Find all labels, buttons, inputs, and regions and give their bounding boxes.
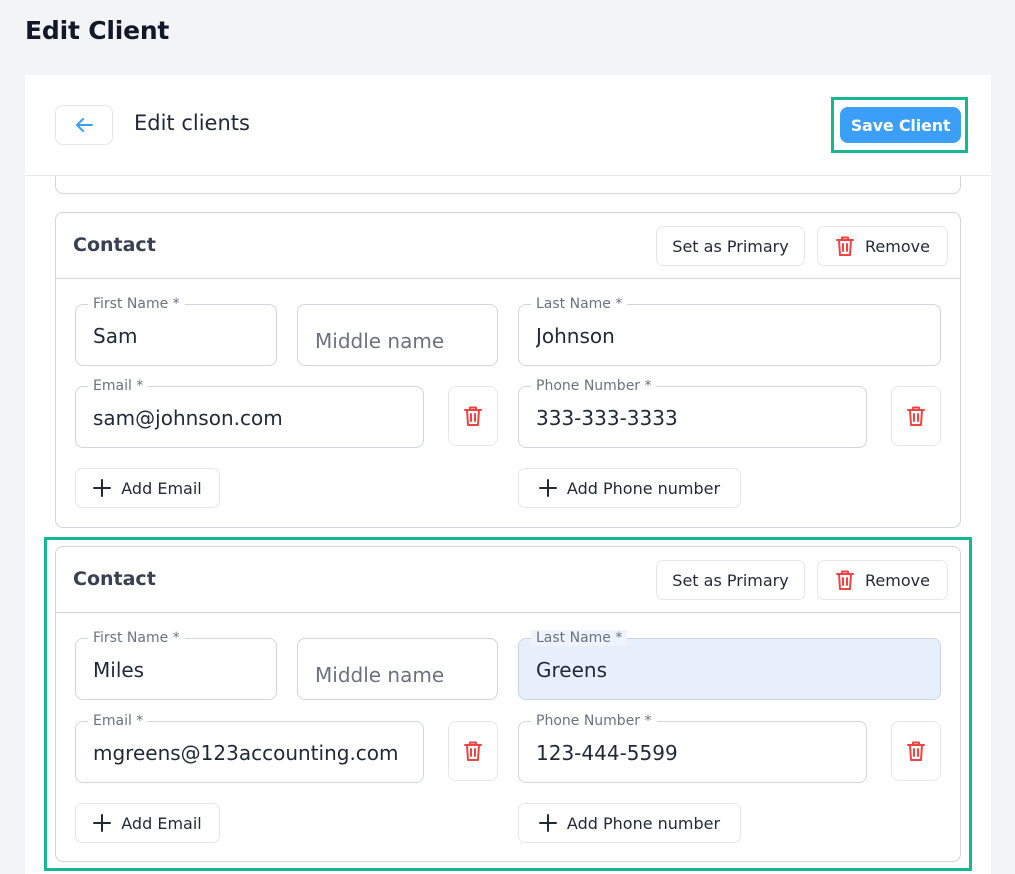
add-email-button[interactable]: Add Email [75, 468, 220, 508]
page-title: Edit Client [25, 16, 170, 45]
trash-icon [907, 406, 925, 426]
contact-card: Contact Set as Primary Remove First Name… [55, 212, 961, 528]
add-email-label: Add Email [121, 813, 202, 833]
plus-icon [538, 479, 557, 497]
phone-input[interactable] [536, 738, 856, 768]
plus-icon [93, 479, 112, 497]
email-label: Email * [88, 713, 149, 729]
trash-icon [464, 406, 482, 426]
contact-card-title: Contact [73, 234, 156, 256]
last-name-field: Last Name * [518, 630, 941, 700]
set-primary-label: Set as Primary [672, 570, 789, 590]
add-phone-label: Add Phone number [566, 813, 721, 833]
first-name-label: First Name * [88, 630, 185, 646]
email-field: Email * [75, 713, 424, 783]
save-client-button[interactable]: Save Client [840, 107, 961, 143]
plus-icon [93, 814, 112, 832]
contact-card-header: Contact Set as Primary Remove [56, 547, 960, 613]
last-name-label: Last Name * [531, 630, 628, 646]
set-primary-button[interactable]: Set as Primary [656, 226, 805, 266]
back-button[interactable] [55, 105, 113, 145]
email-label: Email * [88, 378, 149, 394]
panel-header: Edit clients Save Client [25, 75, 991, 176]
last-name-input[interactable] [536, 321, 930, 351]
delete-phone-button[interactable] [891, 721, 941, 781]
middle-name-input[interactable] [315, 326, 487, 356]
email-field: Email * [75, 378, 424, 448]
edit-client-panel: Edit clients Save Client Contact Set as … [25, 75, 991, 874]
phone-label: Phone Number * [531, 378, 657, 394]
set-primary-label: Set as Primary [672, 236, 789, 256]
set-primary-button[interactable]: Set as Primary [656, 560, 805, 600]
trash-icon [836, 236, 855, 256]
first-name-field: First Name * [75, 296, 277, 366]
remove-label: Remove [865, 236, 930, 256]
delete-email-button[interactable] [448, 386, 498, 446]
first-name-field: First Name * [75, 630, 277, 700]
phone-field: Phone Number * [518, 713, 867, 783]
contact-card-header: Contact Set as Primary Remove [56, 213, 960, 279]
contact-card-title: Contact [73, 568, 156, 590]
remove-contact-button[interactable]: Remove [817, 226, 948, 266]
last-name-label: Last Name * [531, 296, 628, 312]
email-input[interactable] [93, 738, 413, 768]
add-phone-button[interactable]: Add Phone number [518, 468, 741, 508]
arrow-left-icon [76, 118, 93, 132]
contact-card: Contact Set as Primary Remove First Name… [55, 546, 961, 862]
delete-email-button[interactable] [448, 721, 498, 781]
remove-contact-button[interactable]: Remove [817, 560, 948, 600]
first-name-input[interactable] [93, 321, 266, 351]
trash-icon [464, 741, 482, 761]
remove-label: Remove [865, 570, 930, 590]
add-phone-label: Add Phone number [566, 478, 721, 498]
first-name-label: First Name * [88, 296, 185, 312]
trash-icon [907, 741, 925, 761]
email-input[interactable] [93, 403, 413, 433]
middle-name-field [297, 638, 498, 700]
trash-icon [836, 570, 855, 590]
phone-label: Phone Number * [531, 713, 657, 729]
delete-phone-button[interactable] [891, 386, 941, 446]
header-title: Edit clients [134, 111, 250, 135]
middle-name-field [297, 304, 498, 366]
last-name-input[interactable] [536, 655, 930, 685]
phone-field: Phone Number * [518, 378, 867, 448]
middle-name-input[interactable] [315, 660, 487, 690]
phone-input[interactable] [536, 403, 856, 433]
add-email-button[interactable]: Add Email [75, 803, 220, 843]
plus-icon [538, 814, 557, 832]
add-email-label: Add Email [121, 478, 202, 498]
add-phone-button[interactable]: Add Phone number [518, 803, 741, 843]
first-name-input[interactable] [93, 655, 266, 685]
last-name-field: Last Name * [518, 296, 941, 366]
